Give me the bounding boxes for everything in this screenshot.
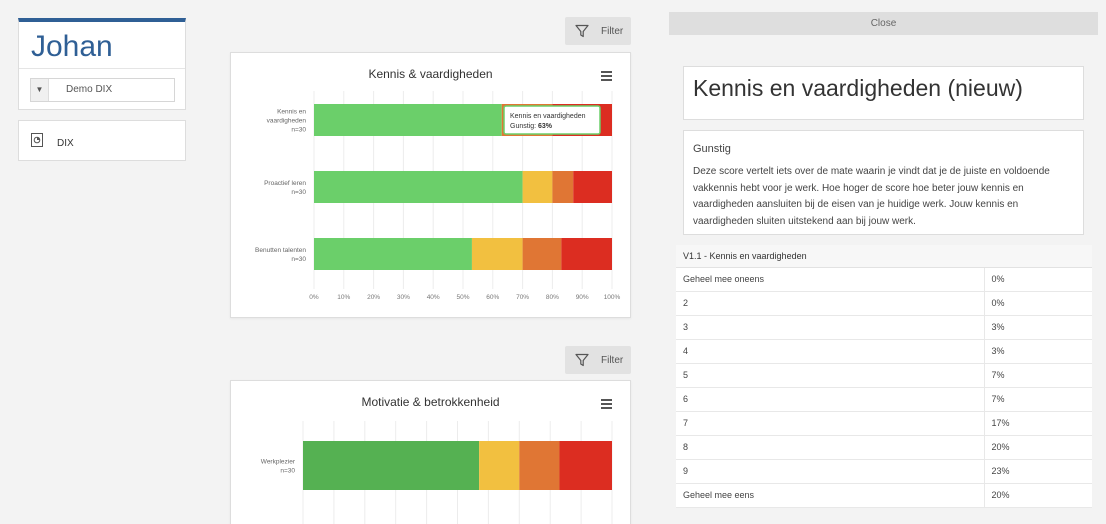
category-label: n=30 [291, 127, 306, 134]
bar-segment[interactable] [522, 171, 553, 203]
row-label: 4 [676, 339, 984, 364]
row-label: 7 [676, 411, 984, 436]
table-row: 6 7% [676, 387, 1092, 412]
bar-segment[interactable] [479, 441, 520, 490]
chart-card-kennis: Kennis & vaardigheden Kennis en vaardighe… [230, 52, 631, 318]
bar-segment[interactable] [314, 238, 472, 270]
chart-kennis: Kennis en vaardigheden n=30 Proactief leren… [255, 91, 621, 301]
row-label: 9 [676, 459, 984, 484]
filter-icon [575, 24, 589, 38]
category-label: Benutten talenten [255, 247, 306, 254]
filter-label: Filter [601, 355, 624, 366]
row-value: 17% [983, 411, 1092, 436]
row-value: 0% [983, 291, 1092, 316]
tooltip-title: Kennis en vaardigheden [510, 113, 586, 120]
close-button[interactable]: Close [669, 12, 1098, 35]
row-value: 23% [983, 459, 1092, 484]
category-label: Proactief leren [264, 180, 306, 187]
row-label: 2 [676, 291, 984, 316]
category-label: Kennis en [277, 109, 306, 116]
row-label: 3 [676, 315, 984, 340]
row-value: 3% [983, 315, 1092, 340]
x-tick-label: 80% [546, 294, 559, 301]
category-label: n=30 [291, 189, 306, 196]
filter-label: Filter [601, 26, 624, 37]
x-tick-label: 90% [576, 294, 589, 301]
table-row: 8 20% [676, 435, 1092, 460]
bar-segment[interactable] [552, 171, 574, 203]
table-row: 9 23% [676, 459, 1092, 484]
bar-segment[interactable] [519, 441, 560, 490]
tooltip-value: Gunstig: 63% [510, 123, 553, 130]
organization-select[interactable]: ▼ Demo DIX [30, 78, 175, 102]
chart-card-motivatie: Motivatie & betrokkenheid Werkplezier n=3… [230, 380, 631, 524]
detail-panel: Close Kennis en vaardigheden (nieuw) Gun… [656, 0, 1106, 524]
category-label: Werkplezier [261, 459, 296, 466]
x-tick-label: 50% [456, 294, 469, 301]
row-label: 8 [676, 435, 984, 460]
row-value: 20% [983, 435, 1092, 460]
filter-icon [575, 353, 589, 367]
bar-segment[interactable] [522, 238, 562, 270]
row-label: 5 [676, 363, 984, 388]
x-tick-label: 30% [397, 294, 410, 301]
row-label: Geheel mee eens [676, 483, 984, 508]
row-value: 20% [983, 483, 1092, 508]
x-tick-label: 60% [486, 294, 499, 301]
table-row: 5 7% [676, 363, 1092, 388]
description-text: Deze score vertelt iets over de mate waa… [693, 166, 1050, 227]
x-tick-label: 40% [427, 294, 440, 301]
category-label: vaardigheden [267, 118, 307, 125]
table-row: 2 0% [676, 291, 1092, 316]
chart-motivatie: Werkplezier n=30 [261, 421, 613, 524]
table-row: 3 3% [676, 315, 1092, 340]
bar-segment[interactable] [559, 441, 612, 490]
table-row: Geheel mee eens 20% [676, 483, 1092, 508]
bar-segment[interactable] [314, 104, 502, 136]
nav-item-dix[interactable]: DIX [18, 120, 186, 161]
table-header: V1.1 - Kennis en vaardigheden [676, 245, 1092, 268]
filter-button[interactable]: Filter [565, 17, 631, 45]
row-label: 6 [676, 387, 984, 412]
description-box: Gunstig Deze score vertelt iets over de … [683, 130, 1084, 235]
bar-segment[interactable] [314, 171, 523, 203]
row-value: 7% [983, 363, 1092, 388]
bar-segment[interactable] [303, 441, 480, 490]
description-heading: Gunstig [693, 143, 731, 155]
table-row: Geheel mee oneens 0% [676, 267, 1092, 292]
document-chart-icon [31, 133, 43, 147]
organization-select-value: Demo DIX [66, 84, 113, 95]
user-name: Johan [31, 30, 113, 63]
user-card: Johan ▼ Demo DIX [18, 18, 186, 110]
nav-item-label: DIX [57, 138, 74, 149]
divider [19, 68, 185, 69]
detail-title-box: Kennis en vaardigheden (nieuw) [683, 66, 1084, 120]
category-label: n=30 [291, 256, 306, 263]
table-row: 7 17% [676, 411, 1092, 436]
row-label: Geheel mee oneens [676, 267, 984, 292]
detail-title: Kennis en vaardigheden (nieuw) [693, 75, 1023, 101]
chart-tooltip: Kennis en vaardigheden Gunstig: 63% [503, 105, 601, 135]
bar-segment[interactable] [573, 171, 612, 203]
filter-button[interactable]: Filter [565, 346, 631, 374]
caret-down-icon[interactable]: ▼ [31, 79, 49, 101]
table-row: 4 3% [676, 339, 1092, 364]
bar-segment[interactable] [471, 238, 523, 270]
row-value: 7% [983, 387, 1092, 412]
x-tick-label: 20% [367, 294, 380, 301]
x-tick-label: 70% [516, 294, 529, 301]
category-label: n=30 [280, 468, 295, 475]
x-tick-label: 10% [337, 294, 350, 301]
x-tick-label: 100% [604, 294, 621, 301]
row-value: 3% [983, 339, 1092, 364]
bar-segment[interactable] [561, 238, 612, 270]
row-value: 0% [983, 267, 1092, 292]
x-tick-label: 0% [309, 294, 319, 301]
distribution-table: V1.1 - Kennis en vaardigheden Geheel mee… [676, 245, 1092, 508]
